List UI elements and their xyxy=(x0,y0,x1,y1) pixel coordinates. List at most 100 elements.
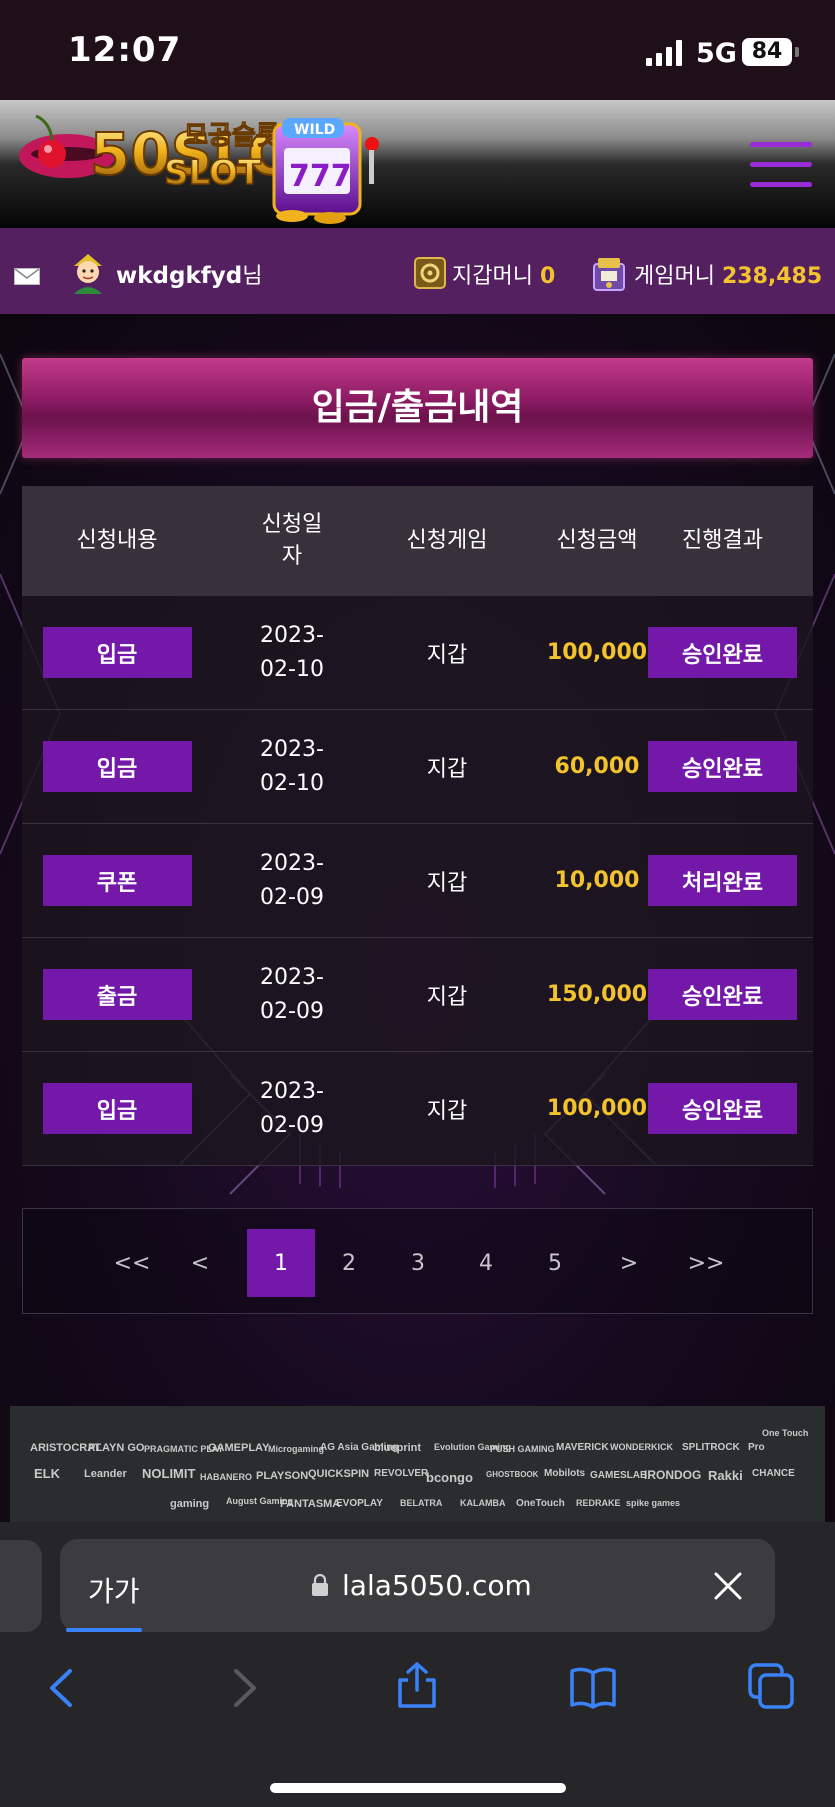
provider-logo: EVOPLAY xyxy=(336,1498,383,1509)
provider-logo: HABANERO xyxy=(200,1472,253,1482)
row-game: 지갑 xyxy=(426,756,468,782)
provider-logo: Mobilots xyxy=(544,1468,586,1479)
type-badge: 출금 xyxy=(42,969,192,1020)
row-date: 2023- 02-10 xyxy=(260,622,324,682)
header-result: 진행결과 xyxy=(682,528,763,553)
table-row: 쿠폰 2023- 02-09 지갑 10,000 처리완료 xyxy=(22,824,813,938)
pagination: << < 1 2 3 4 5 > >> xyxy=(22,1208,813,1314)
table-row: 입금 2023- 02-10 지갑 100,000 승인완료 xyxy=(22,596,813,710)
page-button-3[interactable]: 3 xyxy=(384,1229,452,1297)
page-button-5[interactable]: 5 xyxy=(521,1229,589,1297)
header-date: 신청일 자 xyxy=(261,512,323,569)
wallet-icon xyxy=(414,257,446,289)
provider-logo: PUSH GAMING xyxy=(490,1444,555,1454)
provider-logo: CHANCE xyxy=(752,1468,795,1479)
battery-icon: 84 xyxy=(742,38,792,66)
page-button-2[interactable]: 2 xyxy=(315,1229,383,1297)
provider-logo: ELK xyxy=(34,1466,60,1481)
game-money: 게임머니 238,485 xyxy=(634,264,823,289)
page-button-4[interactable]: 4 xyxy=(452,1229,520,1297)
table-row: 입금 2023- 02-10 지갑 60,000 승인완료 xyxy=(22,710,813,824)
back-icon[interactable] xyxy=(38,1663,88,1713)
row-date: 2023- 02-09 xyxy=(260,850,324,910)
row-game: 지갑 xyxy=(426,1098,468,1124)
header-type: 신청내용 xyxy=(76,528,158,553)
game-providers: ARISTOCRAT PLAYN GO PRAGMATIC PLAY GAMEP… xyxy=(10,1406,825,1522)
status-time: 12:07 xyxy=(68,30,182,70)
close-icon[interactable] xyxy=(712,1570,744,1602)
table-body: 입금 2023- 02-10 지갑 100,000 승인완료 입금 2023- … xyxy=(22,596,813,1166)
battery-tip xyxy=(795,47,799,57)
provider-logo: blueprint xyxy=(374,1442,422,1454)
home-indicator[interactable] xyxy=(270,1783,566,1793)
row-date: 2023- 02-09 xyxy=(260,1078,324,1138)
forward-icon[interactable] xyxy=(218,1663,268,1713)
provider-logo: GAMESLAB xyxy=(590,1470,648,1481)
bookmarks-icon[interactable] xyxy=(568,1663,618,1713)
row-game: 지갑 xyxy=(426,984,468,1010)
share-icon[interactable] xyxy=(392,1660,442,1710)
row-game: 지갑 xyxy=(426,642,468,668)
first-page-button[interactable]: << xyxy=(98,1229,166,1297)
transaction-table: 신청내용 신청일 자 신청게임 신청금액 진행결과 입금 2023- 02-10… xyxy=(22,486,813,1166)
provider-logo: MAVERICK xyxy=(556,1442,609,1453)
provider-logo: gaming xyxy=(170,1498,210,1510)
svg-text:777: 777 xyxy=(289,159,352,194)
type-badge: 쿠폰 xyxy=(42,855,192,906)
provider-logo: BELATRA xyxy=(400,1498,443,1508)
svg-text:SLOT: SLOT xyxy=(164,153,262,193)
signal-icon xyxy=(646,40,682,66)
last-page-button[interactable]: >> xyxy=(672,1229,740,1297)
next-page-button[interactable]: > xyxy=(595,1229,663,1297)
logo-subtitle: 모공슬롯 xyxy=(184,121,280,151)
provider-logo: bcongo xyxy=(426,1470,473,1485)
provider-logo: One Touch xyxy=(762,1428,809,1438)
type-badge: 입금 xyxy=(42,1083,192,1134)
page-title-banner: 입금/출금내역 xyxy=(22,358,813,458)
header-game: 신청게임 xyxy=(406,528,488,553)
site-logo[interactable]: 50SLOT 모공슬롯 SLOT 777 WILD xyxy=(12,104,422,229)
provider-logo: PLAYSON xyxy=(256,1470,309,1482)
previous-tab[interactable] xyxy=(0,1540,42,1632)
logo-badge: WILD xyxy=(294,122,335,138)
provider-logo: QUICKSPIN xyxy=(308,1468,370,1480)
provider-logo: Leander xyxy=(84,1468,127,1480)
avatar xyxy=(74,254,102,294)
provider-logo: REDRAKE xyxy=(576,1498,621,1508)
username: wkdgkfyd님 xyxy=(116,263,263,289)
type-badge: 입금 xyxy=(42,741,192,792)
menu-icon[interactable] xyxy=(750,142,812,188)
lock-icon xyxy=(312,1573,328,1596)
table-row: 입금 2023- 02-09 지갑 100,000 승인완료 xyxy=(22,1052,813,1166)
provider-logo: Pro xyxy=(748,1442,765,1453)
mail-icon[interactable] xyxy=(14,268,40,285)
prev-page-button[interactable]: < xyxy=(166,1229,234,1297)
result-badge: 승인완료 xyxy=(648,1083,797,1134)
provider-logo: OneTouch xyxy=(516,1498,565,1509)
page-button-1[interactable]: 1 xyxy=(247,1229,315,1297)
provider-logo: Microgaming xyxy=(268,1444,325,1454)
page-title: 입금/출금내역 xyxy=(311,387,524,428)
row-date: 2023- 02-10 xyxy=(260,736,324,796)
page-load-progress xyxy=(66,1628,142,1632)
result-badge: 승인완료 xyxy=(648,969,797,1020)
table-row: 출금 2023- 02-09 지갑 150,000 승인완료 xyxy=(22,938,813,1052)
text-size-button[interactable]: 가가 xyxy=(88,1570,140,1610)
result-badge: 승인완료 xyxy=(648,741,797,792)
provider-logo: GHOSTBOOK xyxy=(486,1470,539,1479)
provider-logo: KALAMBA xyxy=(460,1498,506,1508)
result-badge: 처리완료 xyxy=(648,855,797,906)
provider-logo: WONDERKICK xyxy=(610,1442,673,1452)
url-text[interactable]: lala5050.com xyxy=(342,1569,532,1602)
row-date: 2023- 02-09 xyxy=(260,964,324,1024)
provider-logo: spike games xyxy=(626,1498,681,1508)
provider-logo: NOLIMIT xyxy=(142,1466,196,1481)
tabs-icon[interactable] xyxy=(746,1661,796,1711)
provider-logo: SPLITROCK xyxy=(682,1442,740,1453)
provider-logo: GAMEPLAY xyxy=(208,1442,270,1454)
row-game: 지갑 xyxy=(426,870,468,896)
network-label: 5G xyxy=(696,38,737,69)
table-header: 신청내용 신청일 자 신청게임 신청금액 진행결과 xyxy=(22,486,813,596)
result-badge: 승인완료 xyxy=(648,627,797,678)
provider-logo: REVOLVER xyxy=(374,1468,429,1479)
